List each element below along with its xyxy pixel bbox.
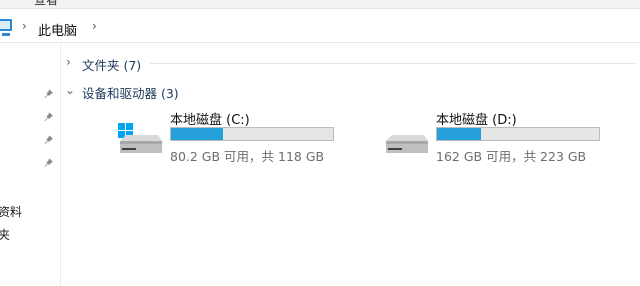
drive-usage-bar: [436, 127, 600, 141]
pin-icon[interactable]: [44, 89, 54, 99]
chevron-right-icon[interactable]: ›: [22, 19, 27, 33]
chevron-right-icon[interactable]: ›: [66, 55, 71, 69]
drive-usage-fill: [171, 128, 223, 140]
drive-c[interactable]: 本地磁盘 (C:) 80.2 GB 可用，共 118 GB: [118, 109, 348, 164]
drive-usage-bar: [170, 127, 334, 141]
chevron-right-icon[interactable]: ›: [92, 19, 97, 33]
this-pc-icon-stand: [2, 33, 10, 36]
this-pc-icon: [0, 19, 12, 31]
sidebar-item-resources[interactable]: 资料: [0, 203, 22, 220]
pin-icon[interactable]: [44, 158, 54, 168]
hard-drive-windows-icon: [118, 123, 162, 153]
pin-icon[interactable]: [44, 135, 54, 145]
drive-free-space: 80.2 GB 可用，共 118 GB: [170, 149, 325, 164]
group-label: 设备和驱动器 (3): [82, 86, 179, 101]
drive-name: 本地磁盘 (D:): [436, 113, 517, 128]
group-label: 文件夹 (7): [82, 58, 142, 73]
navigation-pane: 资料 夹: [0, 43, 61, 286]
ribbon-strip: 查看: [0, 0, 640, 9]
drive-usage-fill: [437, 128, 481, 140]
hard-drive-icon: [386, 135, 428, 153]
chevron-down-icon[interactable]: ⌄: [65, 83, 75, 97]
address-bar[interactable]: › 此电脑 ›: [0, 14, 640, 43]
drive-d[interactable]: 本地磁盘 (D:) 162 GB 可用，共 223 GB: [384, 109, 614, 164]
pin-icon[interactable]: [44, 112, 54, 122]
sidebar-item-folder[interactable]: 夹: [0, 226, 10, 243]
drive-free-space: 162 GB 可用，共 223 GB: [436, 149, 587, 164]
group-divider: [150, 63, 636, 64]
breadcrumb-this-pc[interactable]: 此电脑: [38, 20, 77, 39]
drive-name: 本地磁盘 (C:): [170, 113, 250, 128]
ribbon-tab-view[interactable]: 查看: [34, 0, 58, 8]
